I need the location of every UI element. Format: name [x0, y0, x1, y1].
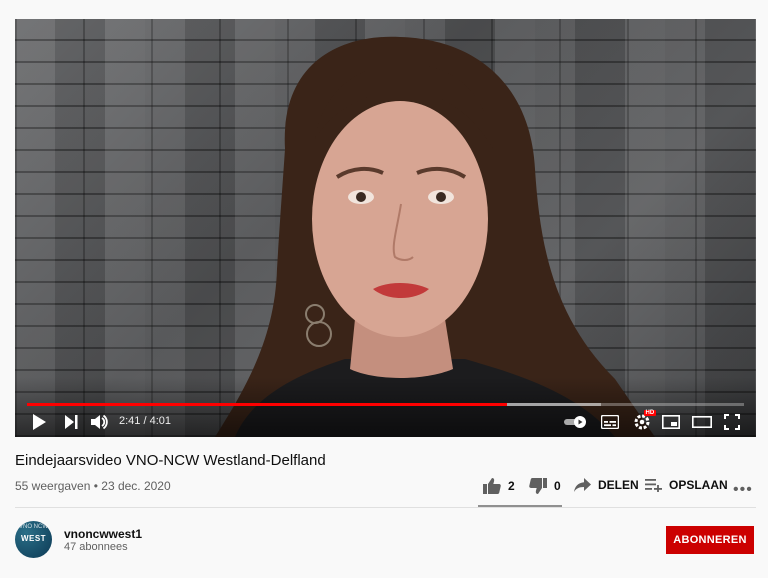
like-count: 2: [508, 479, 515, 493]
time-current: 2:41: [119, 415, 141, 427]
subtitles-button[interactable]: [599, 412, 621, 432]
view-count: 55 weergaven: [15, 479, 91, 493]
share-icon: [574, 478, 591, 492]
meta-separator: •: [90, 479, 102, 493]
dislike-count: 0: [554, 479, 561, 493]
avatar-text: WEST: [20, 534, 47, 543]
theater-icon: [692, 416, 712, 428]
save-label: OPSLAAN: [669, 478, 728, 492]
time-total: 4:01: [149, 415, 172, 427]
miniplayer-icon: [662, 415, 680, 429]
time-separator: /: [140, 415, 150, 427]
volume-button[interactable]: [89, 412, 111, 432]
subscribe-button[interactable]: ABONNEREN: [666, 526, 754, 554]
play-icon: [33, 414, 46, 430]
hd-badge: HD: [644, 410, 656, 416]
share-button[interactable]: DELEN: [574, 478, 639, 492]
save-button[interactable]: OPSLAAN: [645, 478, 728, 492]
autoplay-toggle-icon: [564, 416, 586, 428]
subscribe-label: ABONNEREN: [673, 534, 747, 546]
upload-date: 23 dec. 2020: [101, 479, 171, 493]
share-label: DELEN: [598, 478, 639, 492]
subscriber-count: 47 abonnees: [64, 541, 128, 553]
play-button[interactable]: [29, 412, 49, 432]
channel-avatar[interactable]: VNO NCW WEST: [15, 521, 52, 558]
fullscreen-button[interactable]: [721, 412, 743, 432]
time-display: 2:41 / 4:01: [119, 415, 171, 427]
video-meta: 55 weergaven • 23 dec. 2020: [15, 479, 171, 493]
progress-played: [27, 403, 508, 406]
next-icon: [65, 415, 78, 429]
autoplay-toggle[interactable]: [563, 412, 589, 432]
like-button[interactable]: 2: [483, 478, 515, 494]
divider: [15, 507, 756, 508]
next-button[interactable]: [61, 412, 81, 432]
channel-name[interactable]: vnoncwwest1: [64, 527, 142, 541]
more-actions-button[interactable]: •••: [733, 481, 753, 499]
thumbs-up-icon: [483, 478, 501, 494]
volume-icon: [91, 414, 108, 430]
miniplayer-button[interactable]: [660, 412, 682, 432]
video-frame-person: [215, 36, 655, 437]
thumbs-down-icon: [529, 478, 547, 494]
progress-bar[interactable]: [27, 403, 744, 406]
subtitles-icon: [601, 415, 619, 429]
theater-button[interactable]: [690, 412, 714, 432]
more-icon: •••: [733, 481, 753, 498]
save-playlist-icon: [645, 479, 662, 492]
video-title: Eindejaarsvideo VNO-NCW Westland-Delflan…: [15, 452, 326, 469]
video-player[interactable]: 2:41 / 4:01 HD: [15, 19, 756, 437]
dislike-button[interactable]: 0: [529, 478, 561, 494]
fullscreen-icon: [724, 414, 740, 430]
avatar-top-text: VNO NCW: [19, 524, 48, 530]
settings-button[interactable]: HD: [631, 410, 656, 432]
